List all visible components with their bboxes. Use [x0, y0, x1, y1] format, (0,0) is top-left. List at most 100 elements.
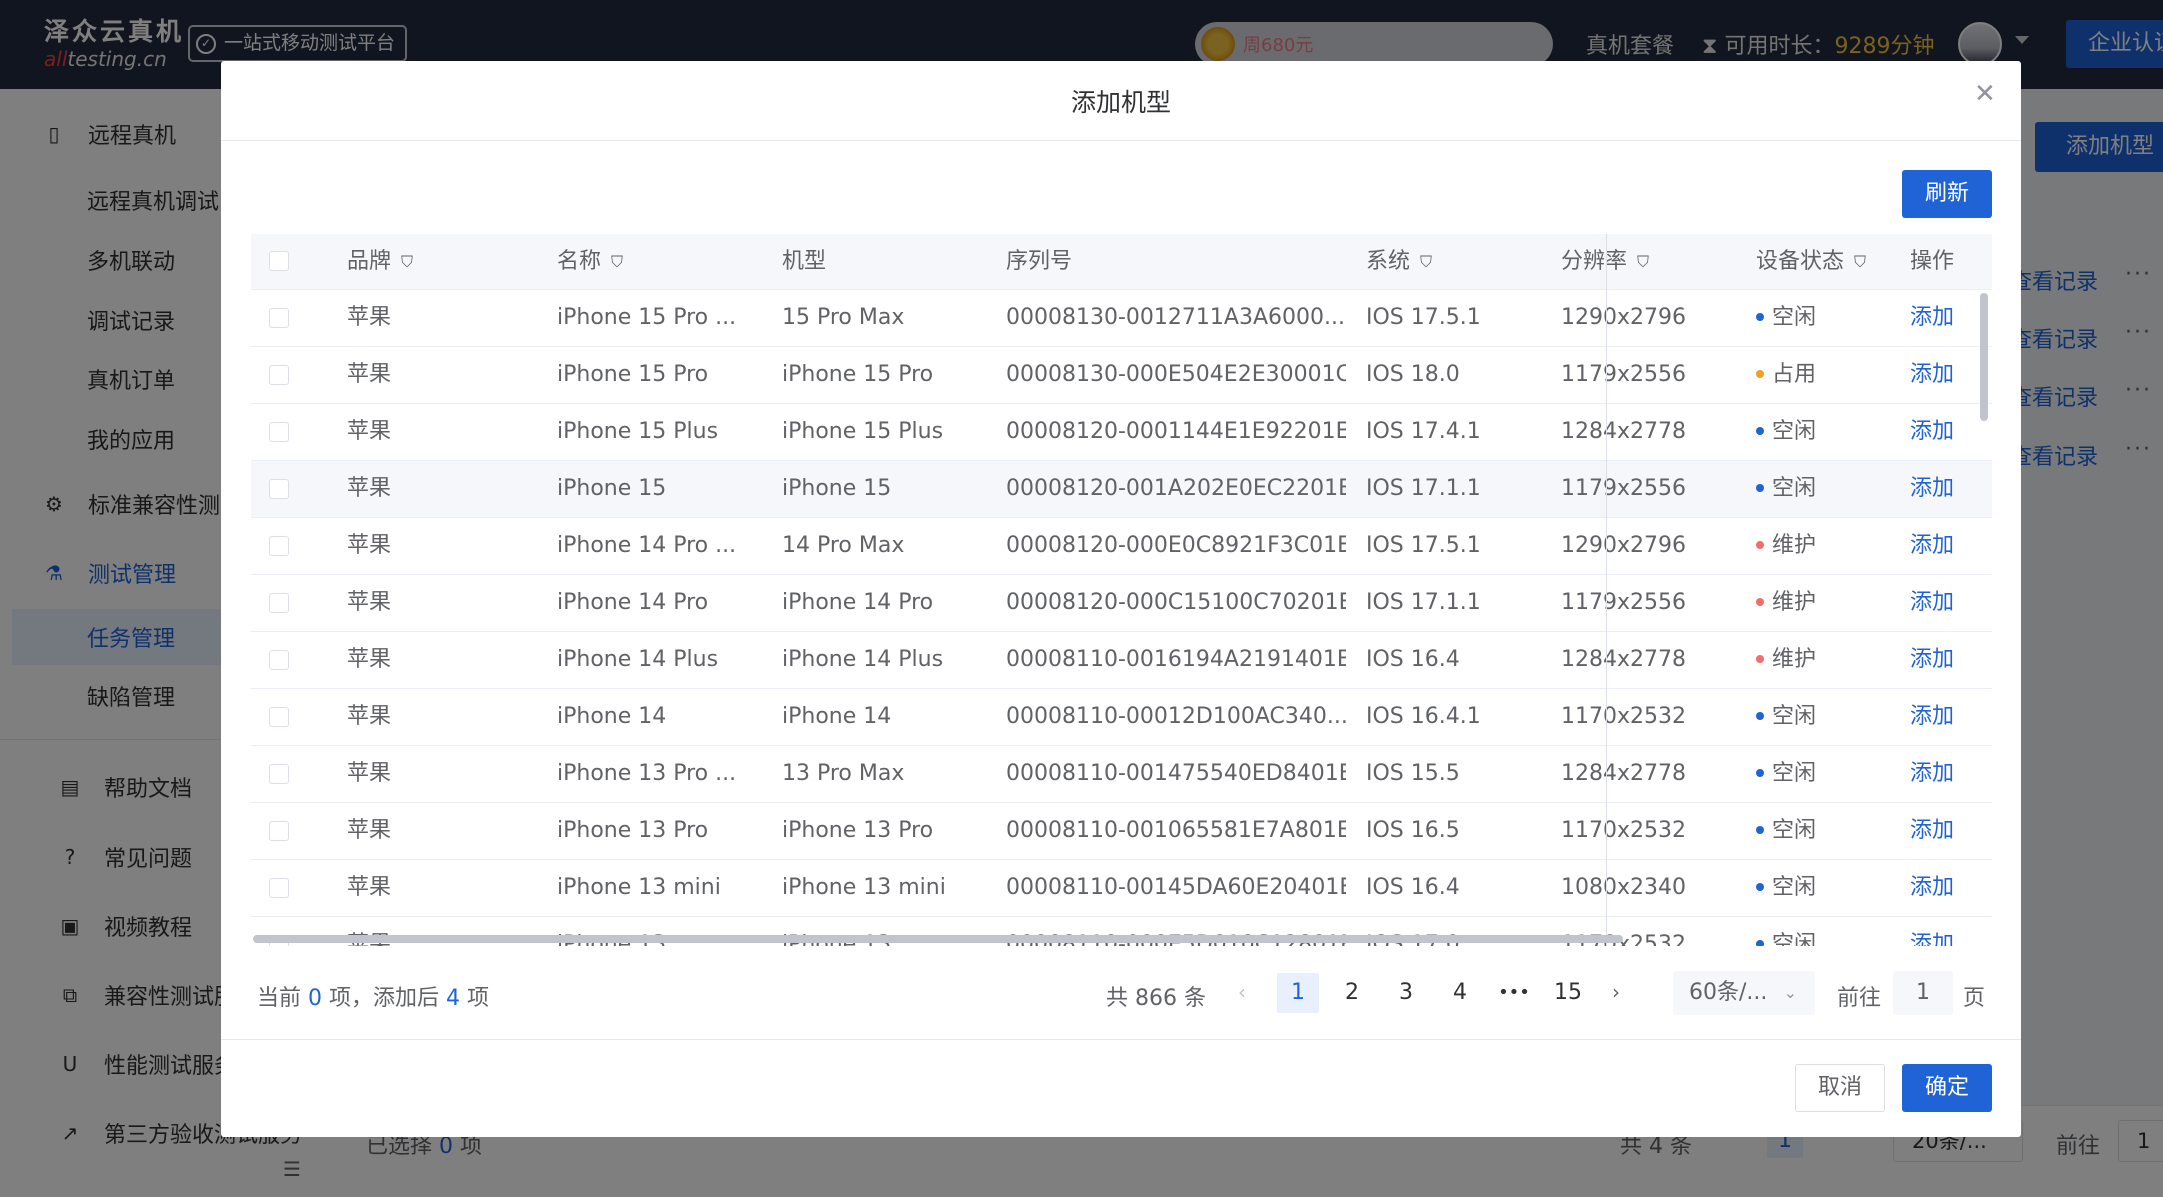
column-header-os[interactable]: 系统 ⛉ — [1366, 234, 1432, 290]
status-text: 维护 — [1772, 533, 1817, 558]
add-device-link[interactable]: 添加 — [1910, 632, 1954, 688]
cell-os: IOS 17.4.1 — [1366, 419, 1481, 444]
row-checkbox[interactable] — [269, 308, 289, 328]
dialog-pagination: 当前 0 项，添加后 4 项 共 866 条 ‹ 1 2 3 4 ••• 15 … — [221, 966, 2021, 1026]
cell-resolution: 1290x2796 — [1561, 305, 1686, 330]
row-checkbox[interactable] — [269, 878, 289, 898]
cell-resolution: 1284x2778 — [1561, 647, 1686, 672]
page-size-select[interactable]: 60条/... ⌄ — [1673, 971, 1815, 1015]
page-15[interactable]: 15 — [1547, 973, 1589, 1013]
cell-serial: 00008130-0012711A3A6000... — [1006, 305, 1345, 330]
cancel-button[interactable]: 取消 — [1795, 1064, 1885, 1112]
add-device-link[interactable]: 添加 — [1910, 860, 1954, 916]
add-device-link[interactable]: 添加 — [1910, 917, 1954, 946]
status-dot-icon — [1756, 826, 1764, 834]
status-text: 维护 — [1772, 647, 1817, 672]
cell-os: IOS 17.1.1 — [1366, 476, 1481, 501]
cell-os: IOS 18.0 — [1366, 362, 1460, 387]
cell-model: iPhone 15 Plus — [782, 419, 944, 444]
cell-name: iPhone 15 Pro — [557, 362, 709, 387]
add-device-link[interactable]: 添加 — [1910, 689, 1954, 745]
cell-name: iPhone 15 Plus — [557, 419, 719, 444]
add-model-dialog: 添加机型 ✕ 刷新 品牌 ⛉ 名称 ⛉ 机型 序列号 系统 ⛉ 分辨率 ⛉ 设备状态 ⛉ … — [221, 61, 2021, 1137]
vertical-scrollbar[interactable] — [1980, 293, 1988, 421]
table-row[interactable]: 苹果 iPhone 15 Plus iPhone 15 Plus 00008120-0… — [251, 404, 1992, 461]
add-device-link[interactable]: 添加 — [1910, 347, 1954, 403]
cell-serial: 00008120-0001144E1E92201E — [1006, 419, 1346, 444]
filter-icon: ⛉ — [1637, 252, 1650, 271]
table-row[interactable]: 苹果 iPhone 14 iPhone 14 00008110-00012D100AC… — [251, 689, 1992, 746]
next-page-icon[interactable]: › — [1612, 980, 1620, 1004]
add-device-link[interactable]: 添加 — [1910, 746, 1954, 802]
status-dot-icon — [1756, 883, 1764, 891]
goto-page-input[interactable]: 1 — [1893, 971, 1953, 1015]
close-icon[interactable]: ✕ — [1974, 79, 1996, 109]
add-device-link[interactable]: 添加 — [1910, 404, 1954, 460]
cell-resolution: 1290x2796 — [1561, 533, 1686, 558]
column-header-serial: 序列号 — [1006, 249, 1073, 274]
status-dot-icon — [1756, 427, 1764, 435]
cell-name: iPhone 13 Pro ... — [557, 761, 737, 786]
cell-status: 空闲 — [1756, 803, 1816, 859]
column-header-action: 操作 — [1910, 249, 1955, 274]
confirm-button[interactable]: 确定 — [1902, 1064, 1992, 1112]
row-checkbox[interactable] — [269, 479, 289, 499]
table-row[interactable]: 苹果 iPhone 15 iPhone 15 00008120-001A202E0EC… — [251, 461, 1992, 518]
cell-status: 空闲 — [1756, 461, 1816, 517]
cell-os: IOS 16.4 — [1366, 875, 1460, 900]
status-text: 空闲 — [1772, 419, 1817, 444]
column-header-brand[interactable]: 品牌 ⛉ — [347, 234, 413, 290]
table-row[interactable]: 苹果 iPhone 13 Pro ... 13 Pro Max 00008110-00… — [251, 746, 1992, 803]
select-all-checkbox[interactable] — [269, 251, 289, 271]
cell-status: 维护 — [1756, 518, 1816, 574]
cell-status: 空闲 — [1756, 860, 1816, 916]
horizontal-scrollbar[interactable] — [253, 935, 1623, 943]
page-1[interactable]: 1 — [1277, 973, 1319, 1013]
table-row[interactable]: 苹果 iPhone 13 Pro iPhone 13 Pro 00008110-001… — [251, 803, 1992, 860]
row-checkbox[interactable] — [269, 422, 289, 442]
row-checkbox[interactable] — [269, 593, 289, 613]
table-row[interactable]: 苹果 iPhone 14 Pro ... 14 Pro Max 00008120-00… — [251, 518, 1992, 575]
cell-model: iPhone 14 Pro — [782, 590, 934, 615]
add-device-link[interactable]: 添加 — [1910, 575, 1954, 631]
column-header-status[interactable]: 设备状态 ⛉ — [1756, 234, 1866, 290]
page-3[interactable]: 3 — [1385, 973, 1427, 1013]
dialog-title: 添加机型 — [1070, 88, 1171, 117]
table-row[interactable]: 苹果 iPhone 14 Plus iPhone 14 Plus 00008110-0… — [251, 632, 1992, 689]
table-row[interactable]: 苹果 iPhone 15 Pro iPhone 15 Pro 00008130-000… — [251, 347, 1992, 404]
table-row[interactable]: 苹果 iPhone 14 Pro iPhone 14 Pro 00008120-000… — [251, 575, 1992, 632]
row-checkbox[interactable] — [269, 365, 289, 385]
page-4[interactable]: 4 — [1439, 973, 1481, 1013]
status-dot-icon — [1756, 313, 1764, 321]
add-device-link[interactable]: 添加 — [1910, 518, 1954, 574]
prev-page-icon[interactable]: ‹ — [1238, 980, 1246, 1004]
cell-brand: 苹果 — [347, 704, 392, 729]
add-device-link[interactable]: 添加 — [1910, 461, 1954, 517]
row-checkbox[interactable] — [269, 764, 289, 784]
cell-status: 空闲 — [1756, 689, 1816, 745]
cell-name: iPhone 15 Pro ... — [557, 305, 737, 330]
add-device-link[interactable]: 添加 — [1910, 290, 1954, 346]
page-ellipsis[interactable]: ••• — [1493, 973, 1535, 1013]
add-device-link[interactable]: 添加 — [1910, 803, 1954, 859]
row-checkbox[interactable] — [269, 536, 289, 556]
cell-serial: 00008130-000E504E2E30001C — [1006, 362, 1346, 387]
refresh-button[interactable]: 刷新 — [1902, 170, 1992, 218]
row-checkbox[interactable] — [269, 707, 289, 727]
cell-serial: 00008110-001065581E7A801E — [1006, 818, 1346, 843]
status-text: 维护 — [1772, 590, 1817, 615]
page-2[interactable]: 2 — [1331, 973, 1373, 1013]
goto-label: 前往 — [1837, 986, 1882, 1011]
cell-brand: 苹果 — [347, 476, 392, 501]
status-dot-icon — [1756, 370, 1764, 378]
table-row[interactable]: 苹果 iPhone 13 mini iPhone 13 mini 00008110-0… — [251, 860, 1992, 917]
table-row[interactable]: 苹果 iPhone 15 Pro ... 15 Pro Max 00008130-00… — [251, 290, 1992, 347]
status-text: 占用 — [1772, 362, 1817, 387]
cell-os: IOS 17.5.1 — [1366, 533, 1481, 558]
cell-os: IOS 16.4.1 — [1366, 704, 1481, 729]
column-header-name[interactable]: 名称 ⛉ — [557, 234, 623, 290]
cell-os: IOS 17.5.1 — [1366, 305, 1481, 330]
row-checkbox[interactable] — [269, 821, 289, 841]
row-checkbox[interactable] — [269, 650, 289, 670]
device-table: 品牌 ⛉ 名称 ⛉ 机型 序列号 系统 ⛉ 分辨率 ⛉ 设备状态 ⛉ 操作 苹果 iPhon… — [251, 234, 1992, 946]
